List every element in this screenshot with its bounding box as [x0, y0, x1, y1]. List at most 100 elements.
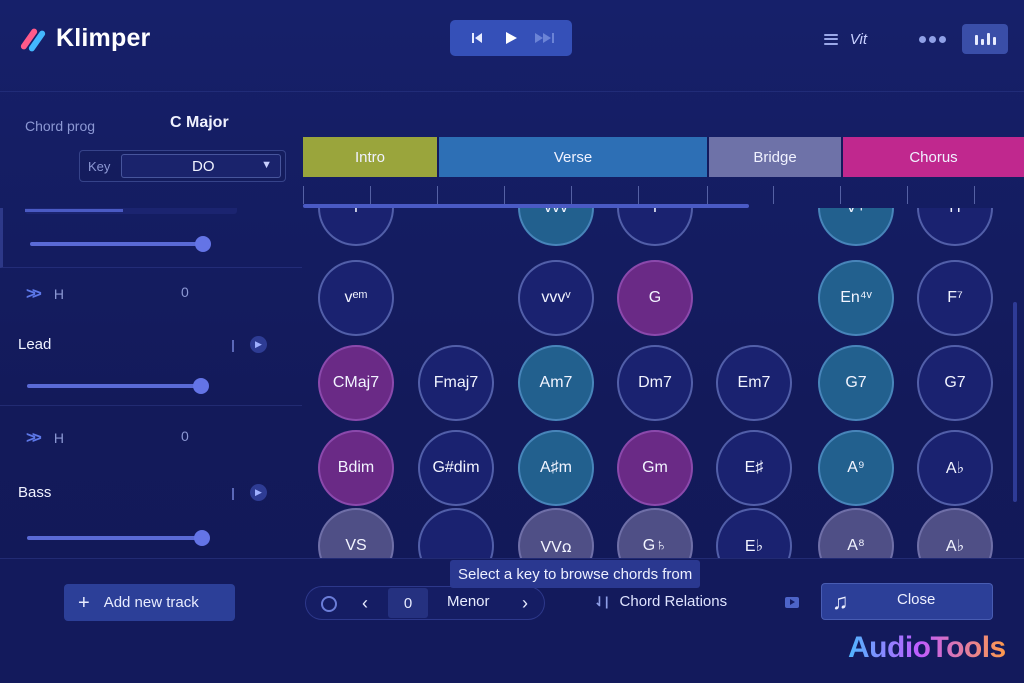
chord-cell[interactable]: A⁸ [818, 508, 894, 558]
track-partial [0, 208, 302, 268]
chord-cell[interactable]: I [318, 208, 394, 246]
track-settings-icon[interactable]: ▶ [250, 336, 267, 353]
track-name: Lead [18, 336, 52, 353]
view-menu-label: Vit [849, 30, 867, 48]
chord-cell[interactable]: G7 [917, 345, 993, 421]
track-h-label: H [53, 430, 64, 446]
key-selector: Key DO ▼ [79, 150, 286, 182]
view-menu[interactable]: Vit [823, 30, 867, 48]
chord-cell[interactable]: I [617, 208, 693, 246]
fast-forward-icon [535, 33, 554, 43]
section-label: Bridge [753, 148, 797, 166]
track-list: >> H 0 Lead ▶ >> H 0 Bass ▶ [0, 208, 302, 558]
chord-cell[interactable]: VS [318, 508, 394, 558]
browse-icon[interactable] [321, 596, 337, 612]
key-index[interactable]: 0 [388, 588, 428, 618]
track-lead: >> H 0 Lead ▶ [0, 268, 302, 405]
track-h-label: H [53, 286, 64, 302]
chord-cell[interactable]: A♯m [518, 430, 594, 506]
slider-knob[interactable] [195, 236, 211, 252]
add-track-button[interactable]: + Add new track [64, 584, 235, 621]
key-label: Key [88, 159, 111, 174]
equalizer-button[interactable] [962, 24, 1008, 54]
app-name: Klimper [56, 24, 151, 52]
plus-icon: + [78, 591, 90, 614]
chord-cell[interactable]: G [617, 260, 693, 336]
track-value: 0 [181, 284, 189, 300]
track-meter [25, 208, 237, 214]
chord-cell[interactable] [418, 508, 494, 558]
timeline-ruler[interactable] [303, 182, 1024, 208]
footer-bar: + Add new track ‹ 0 Menor › Select a key… [0, 558, 1024, 683]
track-settings-icon[interactable]: ▶ [250, 484, 267, 501]
close-button[interactable]: ♫ Close [821, 583, 993, 620]
brand: Klimper [19, 24, 151, 53]
chord-cell[interactable]: Em7 [716, 345, 792, 421]
key-dropdown[interactable]: DO ▼ [121, 154, 281, 178]
chord-cell[interactable]: Am7 [518, 345, 594, 421]
track-separator [232, 340, 234, 352]
chord-grid-scrollbar[interactable] [1013, 302, 1017, 502]
chord-cell[interactable]: F⁷ [917, 260, 993, 336]
header-actions: Vit [823, 24, 1008, 54]
more-options-icon[interactable] [919, 35, 946, 43]
section-chorus[interactable]: Chorus [843, 137, 1024, 177]
chord-cell[interactable]: E♯ [716, 430, 792, 506]
slider-knob[interactable] [194, 530, 210, 546]
chord-cell[interactable]: CMaj7 [318, 345, 394, 421]
previous-key-button[interactable]: ‹ [362, 593, 368, 614]
chord-cell[interactable]: V+ [818, 208, 894, 246]
bass-volume-slider[interactable] [27, 530, 210, 546]
section-verse[interactable]: Verse [439, 137, 709, 177]
chord-cell[interactable]: vᵉᵐ [318, 260, 394, 336]
lead-volume-slider[interactable] [27, 378, 209, 394]
sort-icon: ⇃| [594, 593, 609, 609]
chord-cell[interactable]: A♭ [917, 508, 993, 558]
slider-knob[interactable] [193, 378, 209, 394]
chord-cell[interactable]: H [917, 208, 993, 246]
chord-cell[interactable]: E♭ [716, 508, 792, 558]
music-note-icon: ♫ [832, 589, 849, 614]
skip-back-button[interactable] [462, 23, 492, 53]
chord-cell[interactable]: A⁹ [818, 430, 894, 506]
chord-cell[interactable]: A♭ [917, 430, 993, 506]
section-bridge[interactable]: Bridge [709, 137, 843, 177]
section-label: Chorus [909, 148, 958, 166]
section-label: Verse [553, 148, 593, 166]
browse-tooltip: Select a key to browse chords from [450, 560, 701, 588]
transport-controls [450, 20, 572, 56]
chord-grid: Ivvv I V+ Hvᵉᵐ vvvᵛ G En⁴ᵛ F⁷ CMaj7 Fmaj7 Am7 Dm7 Em… [303, 208, 1024, 558]
song-sections: Intro Verse Bridge Chorus [303, 137, 1024, 177]
audiotools-logo: AudioTools [848, 631, 1006, 664]
track-value: 0 [181, 428, 189, 444]
chord-cell[interactable]: G♄ [617, 508, 693, 558]
section-intro[interactable]: Intro [303, 137, 439, 177]
expand-icon[interactable]: >> [26, 428, 42, 448]
video-icon[interactable] [785, 597, 799, 608]
expand-icon[interactable]: >> [26, 284, 42, 304]
chord-cell[interactable]: Fmaj7 [418, 345, 494, 421]
chord-cell[interactable]: G7 [818, 345, 894, 421]
key-value: DO [192, 158, 215, 175]
left-panel: Chord prog C Major Key DO ▼ >> H 0 Lead [0, 92, 302, 558]
chord-cell[interactable]: VVꭥ [518, 508, 594, 558]
chord-cell[interactable]: G#dim [418, 430, 494, 506]
chord-cell[interactable]: Gm [617, 430, 693, 506]
chord-relations-button[interactable]: ⇃| Chord Relations [594, 593, 727, 610]
chord-cell[interactable]: vvv [518, 208, 594, 246]
chord-cell[interactable]: En⁴ᵛ [818, 260, 894, 336]
track-slider[interactable] [30, 236, 211, 252]
app-window: Klimper Vit Chord prog C Major Key DO ▼ … [0, 0, 1024, 683]
close-label: Close [897, 591, 936, 608]
key-browser: ‹ 0 Menor › [305, 586, 545, 620]
chord-cell[interactable]: Bdim [318, 430, 394, 506]
scale-name: C Major [170, 114, 229, 131]
next-key-button[interactable]: › [522, 593, 528, 614]
hamburger-icon [823, 33, 838, 45]
fast-forward-button[interactable] [530, 23, 560, 53]
play-button[interactable] [496, 23, 526, 53]
chord-cell[interactable]: vvvᵛ [518, 260, 594, 336]
skip-back-icon [472, 33, 482, 43]
chord-cell[interactable]: Dm7 [617, 345, 693, 421]
key-mode[interactable]: Menor [447, 593, 490, 610]
